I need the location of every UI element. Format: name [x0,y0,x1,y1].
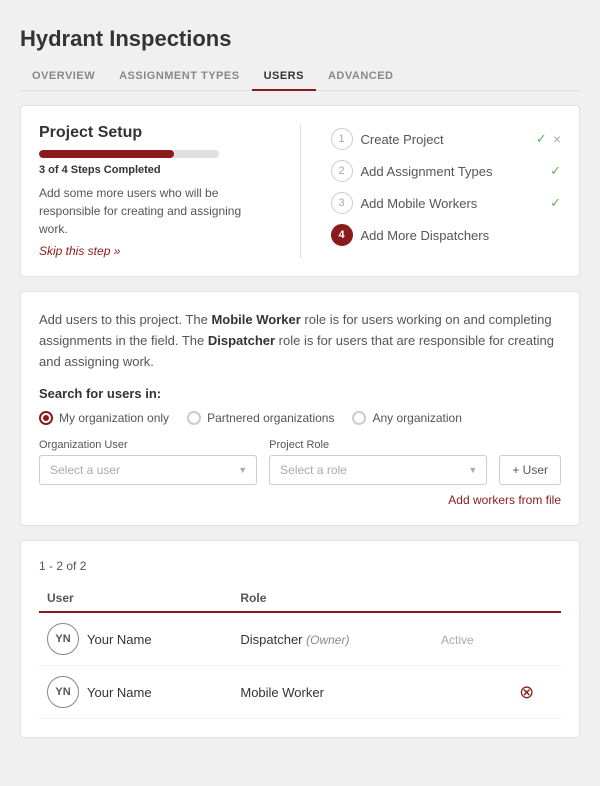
user-name-1: Your Name [87,632,152,647]
remove-user-button[interactable]: ⊗ [519,682,534,702]
col-header-action [511,585,561,612]
project-role-select-wrapper: Select a role [269,455,487,485]
step-num-2: 2 [331,160,353,182]
radio-any-org-label: Any organization [372,411,461,425]
step-num-1: 1 [331,128,353,150]
setup-step-4: 4 Add More Dispatchers [331,224,562,246]
role-cell-1: Dispatcher (Owner) [232,612,433,666]
setup-description: Add some more users who will be responsi… [39,184,270,238]
user-cell-inner-2: YN Your Name [47,676,224,708]
action-cell-1 [511,612,561,666]
project-setup-card: Project Setup 3 of 4 Steps Completed Add… [20,105,580,277]
step-check-3: ✓ [550,195,561,211]
users-table-card: 1 - 2 of 2 User Role YN Your Name [20,540,580,738]
project-setup-title: Project Setup [39,124,270,142]
add-user-btn-group: + User [499,439,561,485]
tab-overview[interactable]: Overview [20,62,107,90]
radio-partnered[interactable]: Partnered organizations [187,411,334,425]
progress-bar-fill [39,150,174,158]
step-label-3: Add Mobile Workers [361,196,547,211]
setup-step-1: 1 Create Project ✓ × [331,128,562,150]
add-workers-link[interactable]: Add workers from file [39,493,561,507]
avatar-2: YN [47,676,79,708]
col-header-role: Role [232,585,433,612]
steps-completed-text: 3 of 4 Steps Completed [39,164,270,176]
page-title: Hydrant Inspections [20,26,590,52]
progress-bar-bg [39,150,219,158]
step-check-2: ✓ [550,163,561,179]
org-user-select-wrapper: Select a user [39,455,257,485]
project-role-group: Project Role Select a role [269,439,487,485]
tab-users[interactable]: Users [252,62,316,90]
radio-my-org[interactable]: My organization only [39,411,169,425]
setup-step-3: 3 Add Mobile Workers ✓ [331,192,562,214]
user-name-2: Your Name [87,685,152,700]
step-label-1: Create Project [361,132,532,147]
step-close-1[interactable]: × [553,131,561,147]
vertical-divider [300,124,301,258]
users-info-text: Add users to this project. The Mobile Wo… [39,310,561,372]
user-cell-2: YN Your Name [39,666,232,719]
role-text-2: Mobile Worker [240,685,324,700]
setup-steps-list: 1 Create Project ✓ × 2 Add Assignment Ty… [331,124,562,258]
org-user-label: Organization User [39,439,257,451]
table-row: YN Your Name Dispatcher (Owner) Active [39,612,561,666]
mobile-worker-bold: Mobile Worker [211,312,300,327]
status-cell-1: Active [433,612,511,666]
role-cell-2: Mobile Worker [232,666,433,719]
dispatcher-bold: Dispatcher [208,333,275,348]
project-role-label: Project Role [269,439,487,451]
role-sub-1: (Owner) [306,633,349,647]
radio-partnered-label: Partnered organizations [207,411,334,425]
project-role-select[interactable]: Select a role [269,455,487,485]
action-cell-2[interactable]: ⊗ [511,666,561,719]
radio-partnered-circle [187,411,201,425]
step-num-3: 3 [331,192,353,214]
col-header-user: User [39,585,232,612]
org-user-select[interactable]: Select a user [39,455,257,485]
status-badge-1: Active [441,633,474,647]
role-text-1: Dispatcher [240,632,302,647]
add-user-button[interactable]: + User [499,455,561,485]
user-cell-inner-1: YN Your Name [47,623,224,655]
tab-assignment-types[interactable]: Assignment Types [107,62,251,90]
setup-step-2: 2 Add Assignment Types ✓ [331,160,562,182]
radio-my-org-circle [39,411,53,425]
table-header-row: User Role [39,585,561,612]
skip-step-link[interactable]: Skip this step » [39,244,270,258]
step-label-4: Add More Dispatchers [361,228,562,243]
step-check-1: ✓ [536,131,547,147]
nav-tabs: Overview Assignment Types Users Advanced [20,62,580,91]
user-table: User Role YN Your Name Dispatcher [39,585,561,719]
step-label-2: Add Assignment Types [361,164,547,179]
radio-any-org[interactable]: Any organization [352,411,461,425]
avatar-1: YN [47,623,79,655]
user-cell-1: YN Your Name [39,612,232,666]
org-user-group: Organization User Select a user [39,439,257,485]
radio-group: My organization only Partnered organizat… [39,411,561,425]
table-count: 1 - 2 of 2 [39,559,561,573]
radio-any-org-circle [352,411,366,425]
user-form-row: Organization User Select a user Project … [39,439,561,485]
col-header-status [433,585,511,612]
step-num-4: 4 [331,224,353,246]
status-cell-2 [433,666,511,719]
radio-my-org-label: My organization only [59,411,169,425]
users-info-card: Add users to this project. The Mobile Wo… [20,291,580,526]
search-label: Search for users in: [39,386,561,401]
table-row: YN Your Name Mobile Worker ⊗ [39,666,561,719]
tab-advanced[interactable]: Advanced [316,62,406,90]
